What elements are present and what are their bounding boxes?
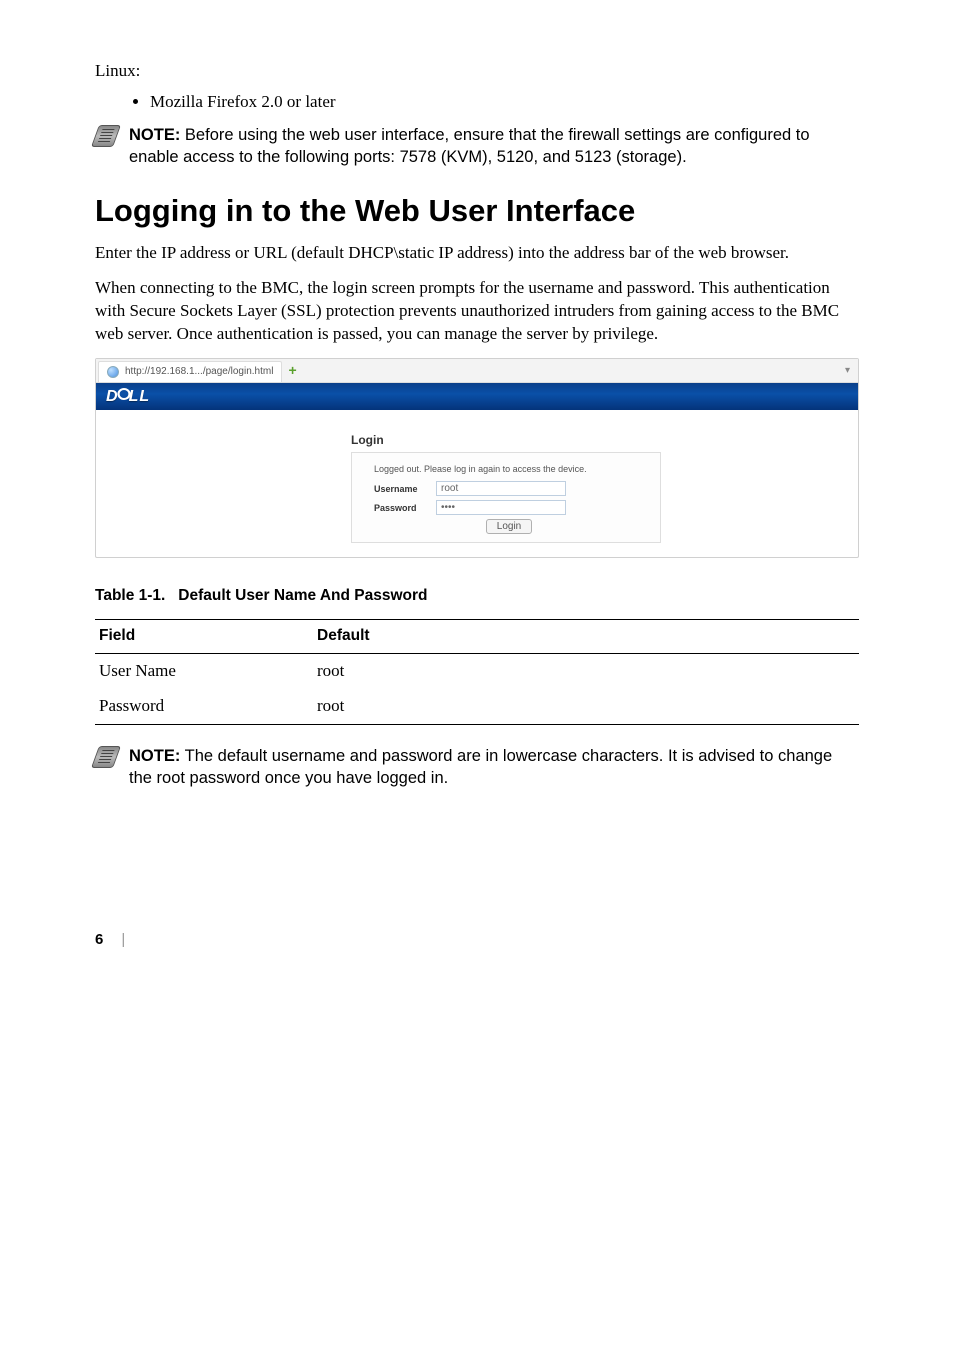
table-row: User Name root [95, 654, 859, 689]
page-footer: 6| [95, 930, 859, 950]
login-message: Logged out. Please log in again to acces… [374, 463, 644, 475]
username-label: Username [374, 483, 436, 495]
credentials-table: Field Default User Name root Password ro… [95, 619, 859, 725]
note-bold: NOTE: [129, 747, 180, 765]
note-bold: NOTE: [129, 126, 180, 144]
col-field: Field [95, 620, 313, 654]
table-caption-prefix: Table 1-1. [95, 587, 165, 604]
note-text: The default username and password are in… [129, 747, 832, 787]
username-input[interactable] [436, 481, 566, 496]
paragraph-2: When connecting to the BMC, the login sc… [95, 277, 859, 346]
table-row: Password root [95, 689, 859, 724]
browser-tab[interactable]: http://192.168.1.../page/login.html [98, 361, 282, 382]
browser-bullet: Mozilla Firefox 2.0 or later [150, 91, 859, 114]
table-caption: Default User Name And Password [178, 587, 427, 604]
cell-default: root [313, 689, 859, 724]
col-default: Default [313, 620, 859, 654]
note-firewall: NOTE: Before using the web user interfac… [95, 124, 859, 169]
note-default-creds: NOTE: The default username and password … [95, 745, 859, 790]
note-icon [91, 746, 121, 768]
password-input[interactable] [436, 500, 566, 515]
note-text: Before using the web user interface, ens… [129, 126, 810, 166]
section-heading: Logging in to the Web User Interface [95, 190, 859, 232]
os-label: Linux: [95, 60, 859, 83]
new-tab-button[interactable]: + [282, 361, 302, 380]
login-button[interactable]: Login [486, 519, 532, 534]
footer-divider: | [103, 931, 135, 948]
tab-url: http://192.168.1.../page/login.html [125, 365, 273, 379]
tab-dropdown[interactable]: ▾ [837, 362, 858, 380]
login-title: Login [351, 432, 661, 448]
favicon-icon [107, 366, 119, 378]
note-icon [91, 125, 121, 147]
cell-field: Password [95, 689, 313, 724]
password-label: Password [374, 502, 436, 514]
cell-field: User Name [95, 654, 313, 689]
brand-logo: DLL [106, 388, 150, 405]
cell-default: root [313, 654, 859, 689]
login-screenshot: http://192.168.1.../page/login.html + ▾ … [95, 358, 859, 558]
paragraph-1: Enter the IP address or URL (default DHC… [95, 242, 859, 265]
